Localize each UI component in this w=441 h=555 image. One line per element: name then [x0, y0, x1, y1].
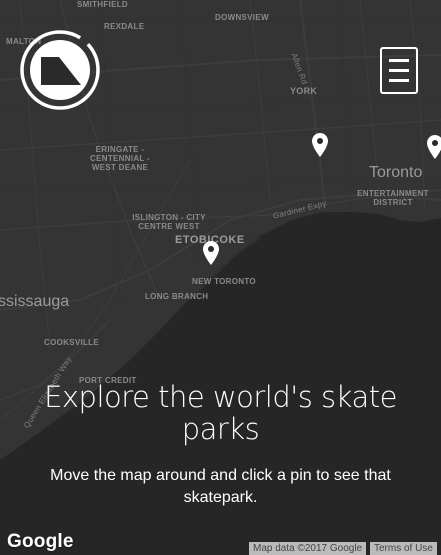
- map-label-entertainment-district: ENTERTAINMENT DISTRICT: [357, 189, 429, 207]
- menu-button[interactable]: [380, 47, 418, 94]
- map-label-long-branch: LONG BRANCH: [145, 292, 209, 301]
- hamburger-menu-icon: [389, 69, 409, 72]
- hamburger-menu-icon: [389, 59, 409, 62]
- map-data-attribution: Map data ©2017 Google: [249, 542, 367, 555]
- map-label-york: YORK: [290, 86, 318, 96]
- map-label-mississauga: ssissauga: [0, 293, 70, 310]
- map-label-rexdale: REXDALE: [104, 22, 145, 31]
- map-label-cooksville: COOKSVILLE: [44, 338, 100, 347]
- map-pin-icon[interactable]: [203, 241, 219, 265]
- map-label-downsview: DOWNSVIEW: [215, 13, 269, 22]
- hero: Explore the world's skate parks Move the…: [20, 381, 421, 509]
- hamburger-menu-icon: [389, 79, 409, 82]
- hero-subtitle: Move the map around and click a pin to s…: [50, 467, 391, 506]
- map-label-smithfield: SMITHFIELD: [77, 0, 128, 9]
- map-label-new-toronto: NEW TORONTO: [192, 277, 256, 286]
- google-logo[interactable]: Google: [7, 531, 74, 553]
- map-pin-icon[interactable]: [312, 133, 328, 157]
- terms-of-use-link[interactable]: Terms of Use: [370, 542, 437, 555]
- map-label-eringate: ERINGATE - CENTENNIAL - WEST DEANE: [90, 145, 150, 172]
- skatepark-logo-icon[interactable]: [19, 29, 101, 111]
- map-label-toronto: Toronto: [369, 164, 423, 181]
- map-label-islington: ISLINGTON - CITY CENTRE WEST: [132, 213, 206, 231]
- map-pin-icon[interactable]: [427, 135, 441, 159]
- hero-title: Explore the world's skate parks: [44, 380, 397, 446]
- skatepark-map-page: SMITHFIELD REXDALE DOWNSVIEW MALTON Alle…: [0, 0, 441, 555]
